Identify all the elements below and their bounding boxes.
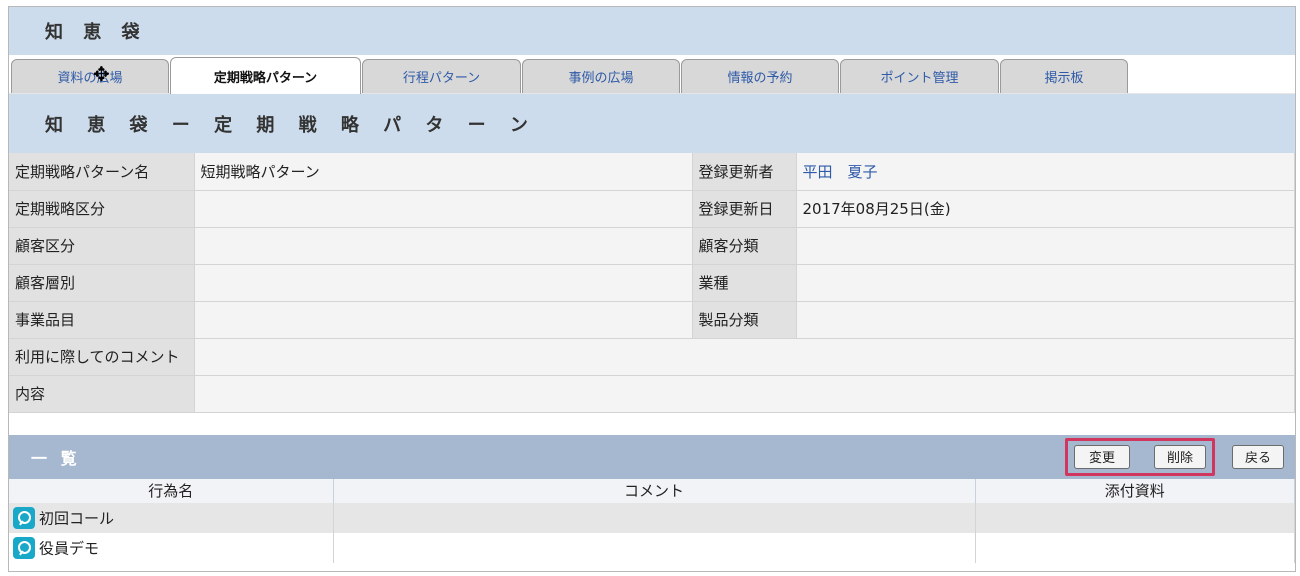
detail-row: 利用に際してのコメント	[9, 338, 1295, 376]
detail-row: 定期戦略パターン名 短期戦略パターン 登録更新者 平田 夏子	[9, 153, 1295, 191]
tab-process-pattern[interactable]: 行程パターン	[362, 59, 521, 93]
brand-bar: 知 恵 袋	[9, 7, 1295, 55]
column-header-action-name: 行為名	[9, 478, 334, 503]
field-label: 顧客区分	[9, 227, 195, 265]
list-title: 一 覧	[31, 448, 81, 468]
updater-link[interactable]: 平田 夏子	[796, 153, 1295, 191]
field-label: 登録更新者	[692, 153, 797, 191]
section-header: 知 恵 袋 ー 定 期 戦 略 パ タ ー ン	[9, 93, 1295, 153]
list-header: 一 覧 変更 削除 戻る	[9, 434, 1295, 479]
detail-row: 顧客層別 業種	[9, 264, 1295, 302]
brand-title: 知 恵 袋	[45, 22, 147, 43]
column-header-attachment: 添付資料	[975, 478, 1295, 503]
field-label: 登録更新日	[692, 190, 797, 228]
app-window: 知 恵 袋 資料の広場 定期戦略パターン 行程パターン 事例の広場 情報の予約 …	[8, 6, 1296, 572]
field-value	[796, 301, 1295, 339]
search-icon[interactable]	[13, 506, 35, 529]
field-value: 短期戦略パターン	[194, 153, 693, 191]
tab-bulletin-board[interactable]: 掲示板	[1000, 59, 1128, 93]
detail-row: 顧客区分 顧客分類	[9, 227, 1295, 265]
action-name[interactable]: 役員デモ	[39, 539, 99, 557]
action-name[interactable]: 初回コール	[39, 509, 114, 527]
detail-table: 定期戦略パターン名 短期戦略パターン 登録更新者 平田 夏子 定期戦略区分 登録…	[9, 153, 1295, 413]
field-label: 製品分類	[692, 301, 797, 339]
table-header-row: 行為名 コメント 添付資料	[9, 478, 1295, 503]
field-label: 顧客層別	[9, 264, 195, 302]
field-label: 事業品目	[9, 301, 195, 339]
field-label: 利用に際してのコメント	[9, 338, 195, 376]
field-label: 定期戦略パターン名	[9, 153, 195, 191]
field-value: 2017年08月25日(金)	[796, 190, 1295, 228]
spacer	[9, 412, 1295, 435]
attachment-cell	[975, 532, 1295, 563]
tab-case-plaza[interactable]: 事例の広場	[522, 59, 680, 93]
attachment-cell	[975, 502, 1295, 533]
field-label: 内容	[9, 375, 195, 413]
delete-button[interactable]: 削除	[1154, 444, 1206, 469]
detail-row: 内容	[9, 375, 1295, 413]
field-value	[796, 264, 1295, 302]
comment-cell	[333, 502, 976, 533]
comment-cell	[333, 532, 976, 563]
column-header-comment: コメント	[333, 478, 976, 503]
mouse-cursor-icon: ✥	[93, 62, 110, 86]
search-icon[interactable]	[13, 536, 35, 559]
table-row: 初回コール	[9, 502, 1295, 533]
detail-row: 定期戦略区分 登録更新日 2017年08月25日(金)	[9, 190, 1295, 228]
tab-point-management[interactable]: ポイント管理	[840, 59, 999, 93]
back-button[interactable]: 戻る	[1232, 444, 1284, 469]
tab-materials[interactable]: 資料の広場	[11, 59, 169, 93]
field-value	[194, 227, 693, 265]
field-value	[796, 227, 1295, 265]
edit-button[interactable]: 変更	[1074, 444, 1130, 469]
tab-info-reservation[interactable]: 情報の予約	[681, 59, 839, 93]
action-name-cell: 役員デモ	[9, 532, 334, 563]
field-label: 業種	[692, 264, 797, 302]
action-name-cell: 初回コール	[9, 502, 334, 533]
field-value	[194, 190, 693, 228]
field-value	[194, 338, 1295, 376]
field-value	[194, 375, 1295, 413]
detail-row: 事業品目 製品分類	[9, 301, 1295, 339]
tab-regular-strategy[interactable]: 定期戦略パターン	[170, 57, 361, 94]
table-row: 役員デモ	[9, 532, 1295, 563]
tab-bar: 資料の広場 定期戦略パターン 行程パターン 事例の広場 情報の予約 ポイント管理…	[9, 55, 1295, 94]
action-list-table: 行為名 コメント 添付資料 初回コール 役員デモ	[9, 478, 1295, 563]
field-value	[194, 301, 693, 339]
field-label: 顧客分類	[692, 227, 797, 265]
field-label: 定期戦略区分	[9, 190, 195, 228]
page-title: 知 恵 袋 ー 定 期 戦 略 パ タ ー ン	[45, 114, 537, 136]
field-value	[194, 264, 693, 302]
